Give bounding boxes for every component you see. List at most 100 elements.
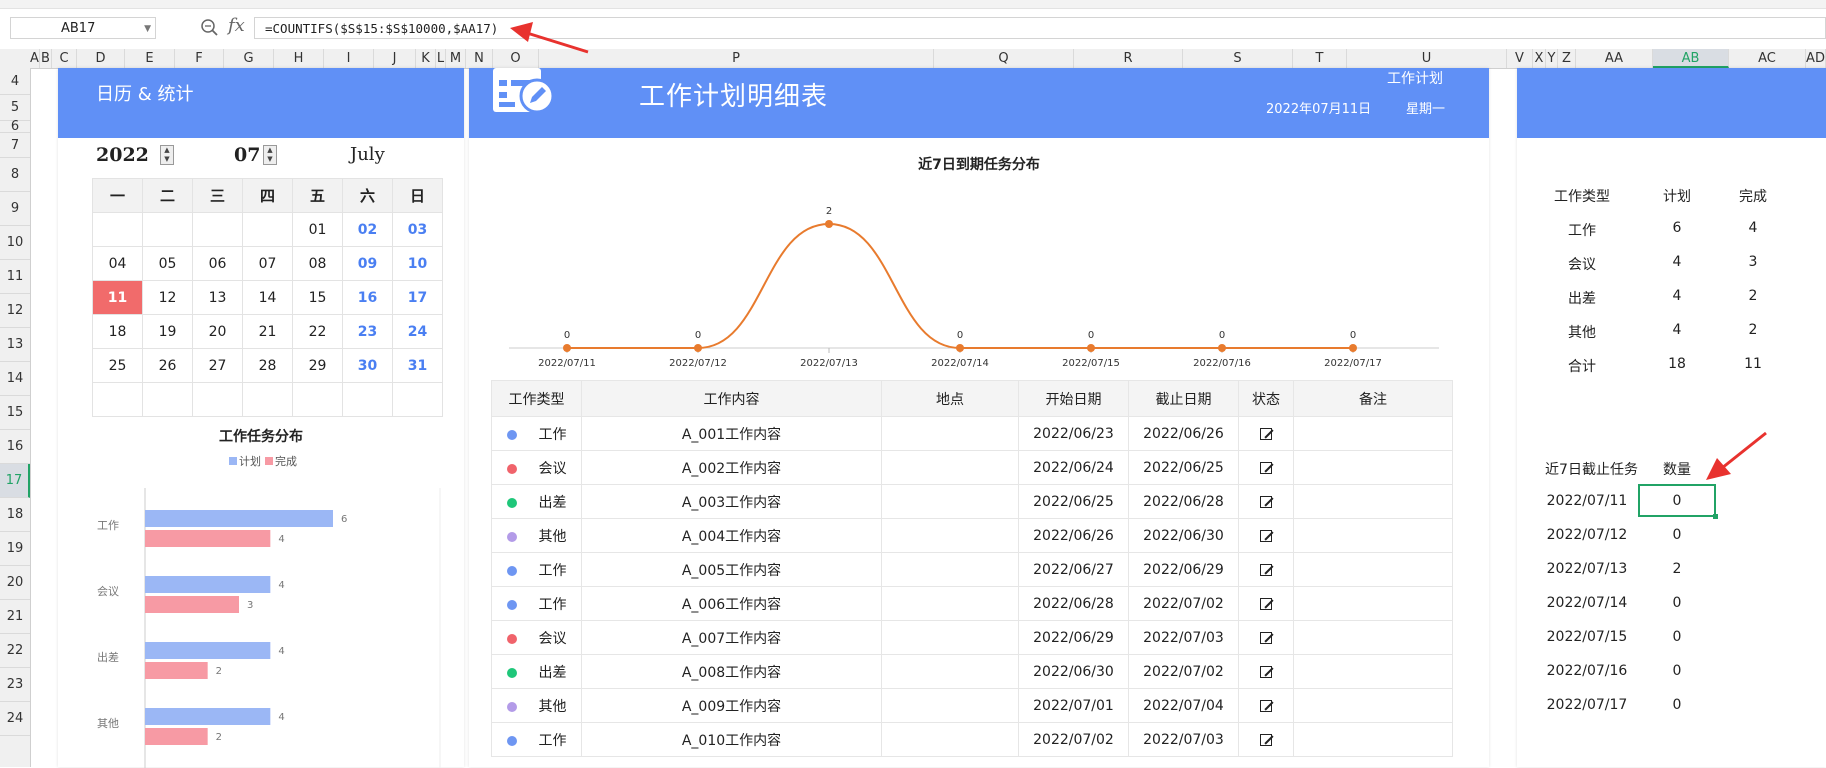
- row-header[interactable]: 9: [0, 192, 30, 226]
- row-header[interactable]: 20: [0, 566, 30, 600]
- column-header[interactable]: G: [224, 49, 274, 68]
- note-cell[interactable]: [1293, 688, 1453, 723]
- place-cell[interactable]: [881, 518, 1019, 553]
- calendar-day[interactable]: [242, 212, 293, 247]
- start-date-cell[interactable]: 2022/06/24: [1018, 450, 1129, 485]
- column-header[interactable]: A: [30, 49, 40, 68]
- type-cell[interactable]: 会议: [491, 450, 582, 485]
- start-date-cell[interactable]: 2022/06/26: [1018, 518, 1129, 553]
- place-cell[interactable]: [881, 688, 1019, 723]
- column-header[interactable]: N: [466, 49, 493, 68]
- checkbox-checked-icon[interactable]: [1260, 733, 1272, 746]
- calendar-day[interactable]: 24: [392, 314, 443, 349]
- note-cell[interactable]: [1293, 620, 1453, 655]
- row-header[interactable]: 22: [0, 634, 30, 668]
- calendar-day[interactable]: 22: [292, 314, 343, 349]
- fx-icon[interactable]: fx: [228, 15, 245, 36]
- table-row[interactable]: 其他 A_004工作内容 2022/06/26 2022/06/30: [491, 518, 1453, 553]
- column-header[interactable]: U: [1347, 49, 1507, 68]
- calendar-day[interactable]: 08: [292, 246, 343, 281]
- type-cell[interactable]: 工作: [491, 722, 582, 757]
- table-row[interactable]: 工作 A_005工作内容 2022/06/27 2022/06/29: [491, 552, 1453, 587]
- status-cell[interactable]: [1238, 722, 1294, 757]
- calendar-day[interactable]: 29: [292, 348, 343, 383]
- note-cell[interactable]: [1293, 484, 1453, 519]
- start-date-cell[interactable]: 2022/06/27: [1018, 552, 1129, 587]
- row-header[interactable]: 24: [0, 702, 30, 736]
- column-header[interactable]: I: [324, 49, 374, 68]
- checkbox-checked-icon[interactable]: [1260, 631, 1272, 644]
- fill-handle[interactable]: [1713, 514, 1718, 519]
- column-header[interactable]: J: [374, 49, 416, 68]
- column-header[interactable]: AB: [1653, 49, 1729, 68]
- content-cell[interactable]: A_001工作内容: [581, 416, 882, 451]
- end-date-cell[interactable]: 2022/06/29: [1128, 552, 1239, 587]
- calendar-day[interactable]: [192, 212, 243, 247]
- note-cell[interactable]: [1293, 552, 1453, 587]
- column-header[interactable]: C: [52, 49, 77, 68]
- status-cell[interactable]: [1238, 688, 1294, 723]
- status-cell[interactable]: [1238, 552, 1294, 587]
- table-header[interactable]: 地点: [881, 380, 1019, 417]
- row-header[interactable]: 10: [0, 226, 30, 260]
- row-header[interactable]: 18: [0, 498, 30, 532]
- row-header[interactable]: 19: [0, 532, 30, 566]
- checkbox-checked-icon[interactable]: [1260, 699, 1272, 712]
- calendar-day[interactable]: [392, 382, 443, 417]
- calendar-day[interactable]: 06: [192, 246, 243, 281]
- calendar-day[interactable]: 31: [392, 348, 443, 383]
- type-cell[interactable]: 工作: [491, 416, 582, 451]
- formula-input[interactable]: =COUNTIFS($S$15:$S$10000,$AA17): [254, 17, 1826, 39]
- calendar-day[interactable]: [292, 382, 343, 417]
- column-header[interactable]: V: [1507, 49, 1533, 68]
- content-cell[interactable]: A_006工作内容: [581, 586, 882, 621]
- content-cell[interactable]: A_007工作内容: [581, 620, 882, 655]
- calendar-day[interactable]: 07: [242, 246, 293, 281]
- row-header[interactable]: 12: [0, 294, 30, 328]
- status-cell[interactable]: [1238, 450, 1294, 485]
- place-cell[interactable]: [881, 552, 1019, 587]
- place-cell[interactable]: [881, 416, 1019, 451]
- table-row[interactable]: 工作 A_006工作内容 2022/06/28 2022/07/02: [491, 586, 1453, 621]
- place-cell[interactable]: [881, 586, 1019, 621]
- table-row[interactable]: 出差 A_003工作内容 2022/06/25 2022/06/28: [491, 484, 1453, 519]
- type-cell[interactable]: 会议: [491, 620, 582, 655]
- chevron-down-icon[interactable]: ▼: [144, 18, 151, 40]
- calendar-day[interactable]: [142, 382, 193, 417]
- calendar-day[interactable]: 14: [242, 280, 293, 315]
- year-spinner[interactable]: ▲ ▼: [160, 145, 174, 165]
- column-header[interactable]: E: [125, 49, 175, 68]
- start-date-cell[interactable]: 2022/06/23: [1018, 416, 1129, 451]
- content-cell[interactable]: A_003工作内容: [581, 484, 882, 519]
- content-cell[interactable]: A_009工作内容: [581, 688, 882, 723]
- calendar-day[interactable]: 30: [342, 348, 393, 383]
- calendar-day[interactable]: 21: [242, 314, 293, 349]
- calendar-day[interactable]: [242, 382, 293, 417]
- calendar-day[interactable]: 10: [392, 246, 443, 281]
- note-cell[interactable]: [1293, 450, 1453, 485]
- row-header[interactable]: 13: [0, 328, 30, 362]
- checkbox-checked-icon[interactable]: [1260, 495, 1272, 508]
- checkbox-checked-icon[interactable]: [1260, 529, 1272, 542]
- end-date-cell[interactable]: 2022/07/02: [1128, 586, 1239, 621]
- checkbox-checked-icon[interactable]: [1260, 461, 1272, 474]
- calendar-day[interactable]: 25: [92, 348, 143, 383]
- calendar-day[interactable]: 13: [192, 280, 243, 315]
- row-header[interactable]: 23: [0, 668, 30, 702]
- column-header[interactable]: X: [1533, 49, 1546, 68]
- start-date-cell[interactable]: 2022/06/30: [1018, 654, 1129, 689]
- calendar-day[interactable]: 12: [142, 280, 193, 315]
- place-cell[interactable]: [881, 620, 1019, 655]
- end-date-cell[interactable]: 2022/07/04: [1128, 688, 1239, 723]
- table-header[interactable]: 工作内容: [581, 380, 882, 417]
- end-date-cell[interactable]: 2022/06/30: [1128, 518, 1239, 553]
- status-cell[interactable]: [1238, 416, 1294, 451]
- row-header[interactable]: 8: [0, 158, 30, 192]
- calendar-day[interactable]: 19: [142, 314, 193, 349]
- status-cell[interactable]: [1238, 654, 1294, 689]
- table-header[interactable]: 开始日期: [1018, 380, 1129, 417]
- checkbox-checked-icon[interactable]: [1260, 597, 1272, 610]
- status-cell[interactable]: [1238, 620, 1294, 655]
- row-header[interactable]: 6: [0, 120, 30, 133]
- place-cell[interactable]: [881, 722, 1019, 757]
